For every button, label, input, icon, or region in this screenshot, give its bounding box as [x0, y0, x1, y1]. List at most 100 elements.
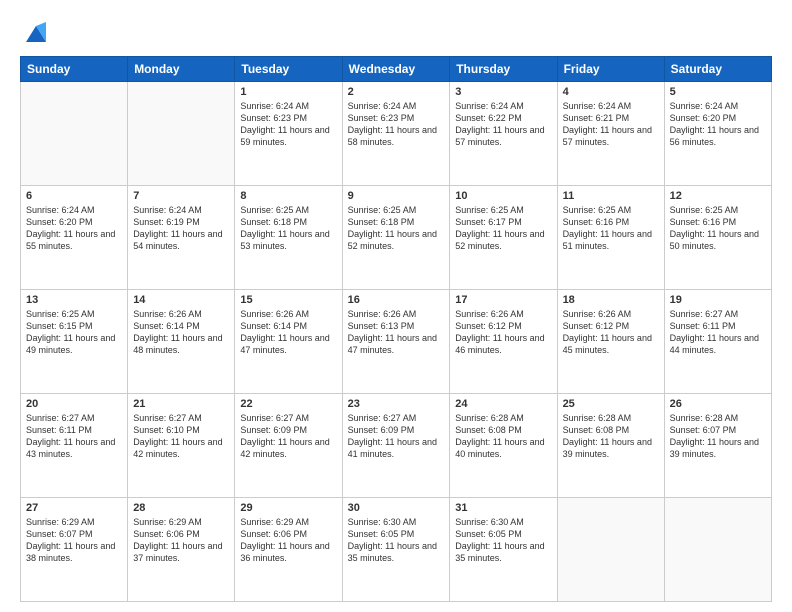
calendar-cell: 20Sunrise: 6:27 AM Sunset: 6:11 PM Dayli…: [21, 394, 128, 498]
header: [20, 18, 772, 46]
calendar-cell: 29 Sunrise: 6:29 AM Sunset: 6:06 PM Dayli…: [235, 498, 342, 602]
day-number: 16: [348, 294, 445, 306]
calendar-cell: 28Sunrise: 6:29 AM Sunset: 6:06 PM Dayli…: [128, 498, 235, 602]
calendar-table: SundayMondayTuesdayWednesdayThursdayFrid…: [20, 56, 772, 602]
weekday-tuesday: Tuesday: [235, 57, 342, 82]
calendar-cell: 3 Sunrise: 6:24 AM Sunset: 6:22 PM Daylig…: [450, 82, 557, 186]
day-info: Sunrise: 6:29 AM Sunset: 6:07 PM Dayligh…: [26, 516, 122, 565]
weekday-saturday: Saturday: [664, 57, 771, 82]
calendar-cell: 23 Sunrise: 6:27 AM Sunset: 6:09 PM Dayli…: [342, 394, 450, 498]
day-number: 22: [240, 398, 336, 410]
day-info: Sunrise: 6:27 AM Sunset: 6:10 PM Dayligh…: [133, 412, 229, 461]
day-number: 3: [455, 86, 551, 98]
calendar-cell: 14 Sunrise: 6:26 AM Sunset: 6:14 PM Dayli…: [128, 290, 235, 394]
day-number: 1: [240, 86, 336, 98]
week-row-4: 20Sunrise: 6:27 AM Sunset: 6:11 PM Dayli…: [21, 394, 772, 498]
day-number: 21: [133, 398, 229, 410]
logo-icon: [22, 18, 50, 46]
day-number: 11: [563, 190, 659, 202]
calendar-cell: [128, 82, 235, 186]
day-info: Sunrise: 6:24 AM Sunset: 6:20 PM Dayligh…: [670, 100, 766, 149]
calendar-cell: 8 Sunrise: 6:25 AM Sunset: 6:18 PM Daylig…: [235, 186, 342, 290]
calendar-cell: 10 Sunrise: 6:25 AM Sunset: 6:17 PM Dayli…: [450, 186, 557, 290]
day-number: 9: [348, 190, 445, 202]
day-info: Sunrise: 6:30 AM Sunset: 6:05 PM Dayligh…: [348, 516, 445, 565]
day-info: Sunrise: 6:26 AM Sunset: 6:13 PM Dayligh…: [348, 308, 445, 357]
day-info: Sunrise: 6:25 AM Sunset: 6:17 PM Dayligh…: [455, 204, 551, 253]
day-info: Sunrise: 6:28 AM Sunset: 6:08 PM Dayligh…: [455, 412, 551, 461]
day-info: Sunrise: 6:27 AM Sunset: 6:11 PM Dayligh…: [26, 412, 122, 461]
calendar-cell: 9 Sunrise: 6:25 AM Sunset: 6:18 PM Daylig…: [342, 186, 450, 290]
calendar-cell: 16 Sunrise: 6:26 AM Sunset: 6:13 PM Dayli…: [342, 290, 450, 394]
calendar-cell: [664, 498, 771, 602]
weekday-monday: Monday: [128, 57, 235, 82]
calendar-cell: 5 Sunrise: 6:24 AM Sunset: 6:20 PM Daylig…: [664, 82, 771, 186]
calendar-cell: 2Sunrise: 6:24 AM Sunset: 6:23 PM Daylig…: [342, 82, 450, 186]
day-info: Sunrise: 6:26 AM Sunset: 6:14 PM Dayligh…: [240, 308, 336, 357]
day-number: 23: [348, 398, 445, 410]
day-number: 12: [670, 190, 766, 202]
calendar-cell: 30 Sunrise: 6:30 AM Sunset: 6:05 PM Dayli…: [342, 498, 450, 602]
day-number: 10: [455, 190, 551, 202]
calendar-cell: 12 Sunrise: 6:25 AM Sunset: 6:16 PM Dayli…: [664, 186, 771, 290]
day-info: Sunrise: 6:25 AM Sunset: 6:18 PM Dayligh…: [240, 204, 336, 253]
day-info: Sunrise: 6:28 AM Sunset: 6:08 PM Dayligh…: [563, 412, 659, 461]
day-info: Sunrise: 6:24 AM Sunset: 6:22 PM Dayligh…: [455, 100, 551, 149]
weekday-friday: Friday: [557, 57, 664, 82]
day-info: Sunrise: 6:28 AM Sunset: 6:07 PM Dayligh…: [670, 412, 766, 461]
day-info: Sunrise: 6:27 AM Sunset: 6:09 PM Dayligh…: [348, 412, 445, 461]
day-number: 30: [348, 502, 445, 514]
calendar-cell: 17Sunrise: 6:26 AM Sunset: 6:12 PM Dayli…: [450, 290, 557, 394]
day-number: 24: [455, 398, 551, 410]
calendar-cell: 19Sunrise: 6:27 AM Sunset: 6:11 PM Dayli…: [664, 290, 771, 394]
calendar-cell: 13 Sunrise: 6:25 AM Sunset: 6:15 PM Dayli…: [21, 290, 128, 394]
day-number: 2: [348, 86, 445, 98]
day-number: 7: [133, 190, 229, 202]
calendar-cell: 24 Sunrise: 6:28 AM Sunset: 6:08 PM Dayli…: [450, 394, 557, 498]
weekday-header-row: SundayMondayTuesdayWednesdayThursdayFrid…: [21, 57, 772, 82]
week-row-3: 13 Sunrise: 6:25 AM Sunset: 6:15 PM Dayli…: [21, 290, 772, 394]
calendar-cell: [557, 498, 664, 602]
day-number: 6: [26, 190, 122, 202]
weekday-wednesday: Wednesday: [342, 57, 450, 82]
day-info: Sunrise: 6:25 AM Sunset: 6:16 PM Dayligh…: [563, 204, 659, 253]
day-number: 8: [240, 190, 336, 202]
day-number: 14: [133, 294, 229, 306]
weekday-thursday: Thursday: [450, 57, 557, 82]
logo: [20, 18, 50, 46]
day-info: Sunrise: 6:25 AM Sunset: 6:15 PM Dayligh…: [26, 308, 122, 357]
day-info: Sunrise: 6:24 AM Sunset: 6:19 PM Dayligh…: [133, 204, 229, 253]
day-info: Sunrise: 6:25 AM Sunset: 6:16 PM Dayligh…: [670, 204, 766, 253]
calendar-cell: 18Sunrise: 6:26 AM Sunset: 6:12 PM Dayli…: [557, 290, 664, 394]
day-info: Sunrise: 6:25 AM Sunset: 6:18 PM Dayligh…: [348, 204, 445, 253]
day-info: Sunrise: 6:29 AM Sunset: 6:06 PM Dayligh…: [240, 516, 336, 565]
day-info: Sunrise: 6:26 AM Sunset: 6:12 PM Dayligh…: [563, 308, 659, 357]
calendar-cell: 27Sunrise: 6:29 AM Sunset: 6:07 PM Dayli…: [21, 498, 128, 602]
day-info: Sunrise: 6:27 AM Sunset: 6:09 PM Dayligh…: [240, 412, 336, 461]
day-number: 28: [133, 502, 229, 514]
calendar-cell: 7 Sunrise: 6:24 AM Sunset: 6:19 PM Daylig…: [128, 186, 235, 290]
day-info: Sunrise: 6:27 AM Sunset: 6:11 PM Dayligh…: [670, 308, 766, 357]
calendar-cell: 25Sunrise: 6:28 AM Sunset: 6:08 PM Dayli…: [557, 394, 664, 498]
week-row-1: 1 Sunrise: 6:24 AM Sunset: 6:23 PM Daylig…: [21, 82, 772, 186]
day-info: Sunrise: 6:24 AM Sunset: 6:23 PM Dayligh…: [240, 100, 336, 149]
calendar-cell: 21 Sunrise: 6:27 AM Sunset: 6:10 PM Dayli…: [128, 394, 235, 498]
day-number: 4: [563, 86, 659, 98]
calendar-cell: 15 Sunrise: 6:26 AM Sunset: 6:14 PM Dayli…: [235, 290, 342, 394]
calendar-cell: 31Sunrise: 6:30 AM Sunset: 6:05 PM Dayli…: [450, 498, 557, 602]
day-number: 13: [26, 294, 122, 306]
page: SundayMondayTuesdayWednesdayThursdayFrid…: [0, 0, 792, 612]
calendar-cell: [21, 82, 128, 186]
calendar-cell: 22 Sunrise: 6:27 AM Sunset: 6:09 PM Dayli…: [235, 394, 342, 498]
calendar-cell: 1 Sunrise: 6:24 AM Sunset: 6:23 PM Daylig…: [235, 82, 342, 186]
calendar-cell: 11 Sunrise: 6:25 AM Sunset: 6:16 PM Dayli…: [557, 186, 664, 290]
day-number: 15: [240, 294, 336, 306]
week-row-5: 27Sunrise: 6:29 AM Sunset: 6:07 PM Dayli…: [21, 498, 772, 602]
day-info: Sunrise: 6:26 AM Sunset: 6:14 PM Dayligh…: [133, 308, 229, 357]
weekday-sunday: Sunday: [21, 57, 128, 82]
day-info: Sunrise: 6:26 AM Sunset: 6:12 PM Dayligh…: [455, 308, 551, 357]
day-number: 5: [670, 86, 766, 98]
calendar-cell: 6Sunrise: 6:24 AM Sunset: 6:20 PM Daylig…: [21, 186, 128, 290]
day-number: 29: [240, 502, 336, 514]
day-number: 31: [455, 502, 551, 514]
